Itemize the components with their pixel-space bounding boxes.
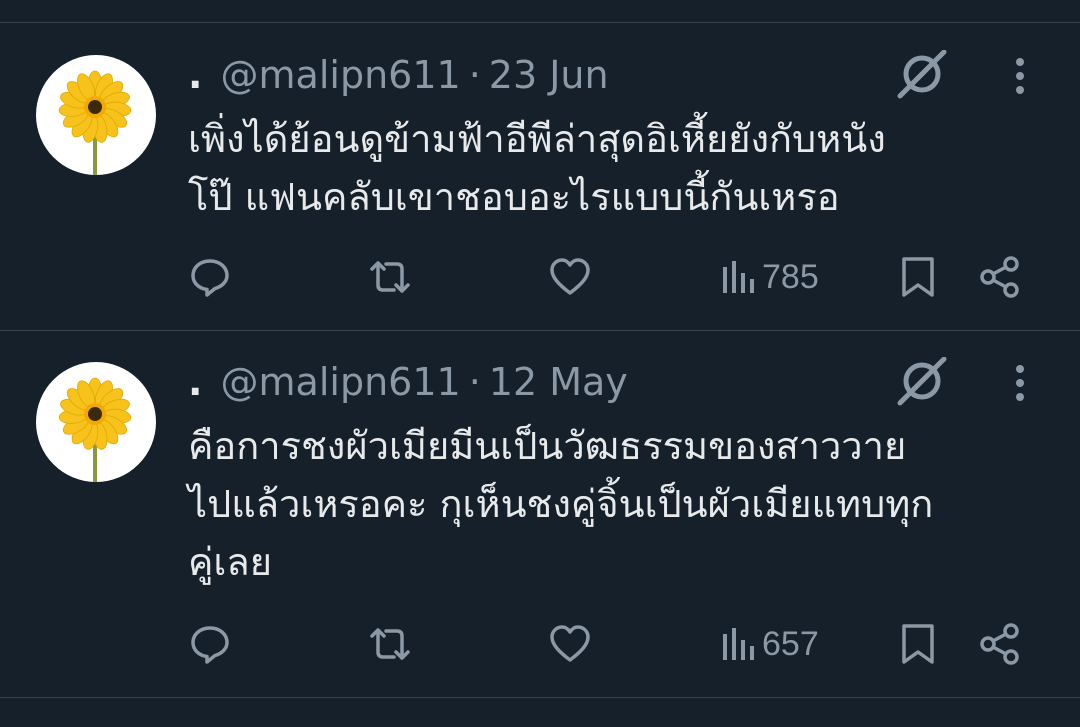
retweet-button[interactable] — [366, 252, 414, 302]
reply-icon — [191, 626, 229, 664]
tweet-divider — [0, 330, 1080, 331]
retweet-icon — [370, 628, 410, 660]
tweet-header: . @malipn611 · 23 Jun — [188, 50, 609, 100]
share-button[interactable] — [978, 252, 1022, 302]
grok-icon[interactable] — [892, 356, 952, 409]
tweet-date[interactable]: 12 May — [489, 360, 628, 404]
author-handle[interactable]: @malipn611 — [221, 53, 461, 97]
tweet-actions: 657 — [0, 619, 1080, 669]
author-handle[interactable]: @malipn611 — [221, 360, 461, 404]
bookmark-button[interactable] — [898, 252, 938, 302]
like-button[interactable] — [548, 619, 592, 669]
reply-icon — [191, 259, 229, 297]
bottom-divider — [0, 697, 1080, 698]
share-icon — [980, 256, 1019, 298]
bookmark-icon — [902, 257, 934, 297]
retweet-icon — [370, 261, 410, 293]
heart-icon — [550, 625, 590, 662]
grok-icon[interactable] — [892, 49, 952, 102]
bookmark-button[interactable] — [898, 619, 938, 669]
tweet[interactable]: . @malipn611 · 12 May คือการชงผัวเมียมีนเป… — [0, 356, 1080, 697]
tweet-text: เพิ่งได้ย้อนดูข้ามฟ้าอีพีล่าสุดอิเหี้ยยั… — [188, 117, 886, 219]
author-name[interactable]: . — [188, 360, 202, 404]
views-button[interactable]: 657 — [720, 619, 819, 669]
views-icon — [723, 628, 754, 660]
like-button[interactable] — [548, 252, 592, 302]
share-icon — [980, 623, 1019, 665]
reply-button[interactable] — [188, 619, 232, 669]
header-separator: · — [468, 360, 481, 404]
views-button[interactable]: 785 — [720, 252, 819, 302]
tweet-date[interactable]: 23 Jun — [489, 53, 609, 97]
tweet-text: คือการชงผัวเมียมีนเป็นวัฒธรรมของสาววาย ไ… — [188, 424, 934, 584]
author-name[interactable]: . — [188, 53, 202, 97]
views-icon — [723, 261, 754, 293]
header-separator: · — [468, 53, 481, 97]
more-icon[interactable] — [1006, 363, 1034, 407]
views-count: 785 — [762, 257, 819, 296]
more-icon[interactable] — [1006, 56, 1034, 100]
tweet-header: . @malipn611 · 12 May — [188, 357, 628, 407]
sunflower-avatar[interactable] — [36, 55, 156, 175]
top-divider — [0, 22, 1080, 23]
reply-button[interactable] — [188, 252, 232, 302]
tweet-actions: 785 — [0, 252, 1080, 302]
bookmark-icon — [902, 624, 934, 664]
heart-icon — [550, 258, 590, 295]
views-count: 657 — [762, 624, 819, 663]
tweet[interactable]: . @malipn611 · 23 Jun เพิ่งได้ย้อนดูข้ามฟ้… — [0, 49, 1080, 330]
retweet-button[interactable] — [366, 619, 414, 669]
sunflower-avatar[interactable] — [36, 362, 156, 482]
share-button[interactable] — [978, 619, 1022, 669]
